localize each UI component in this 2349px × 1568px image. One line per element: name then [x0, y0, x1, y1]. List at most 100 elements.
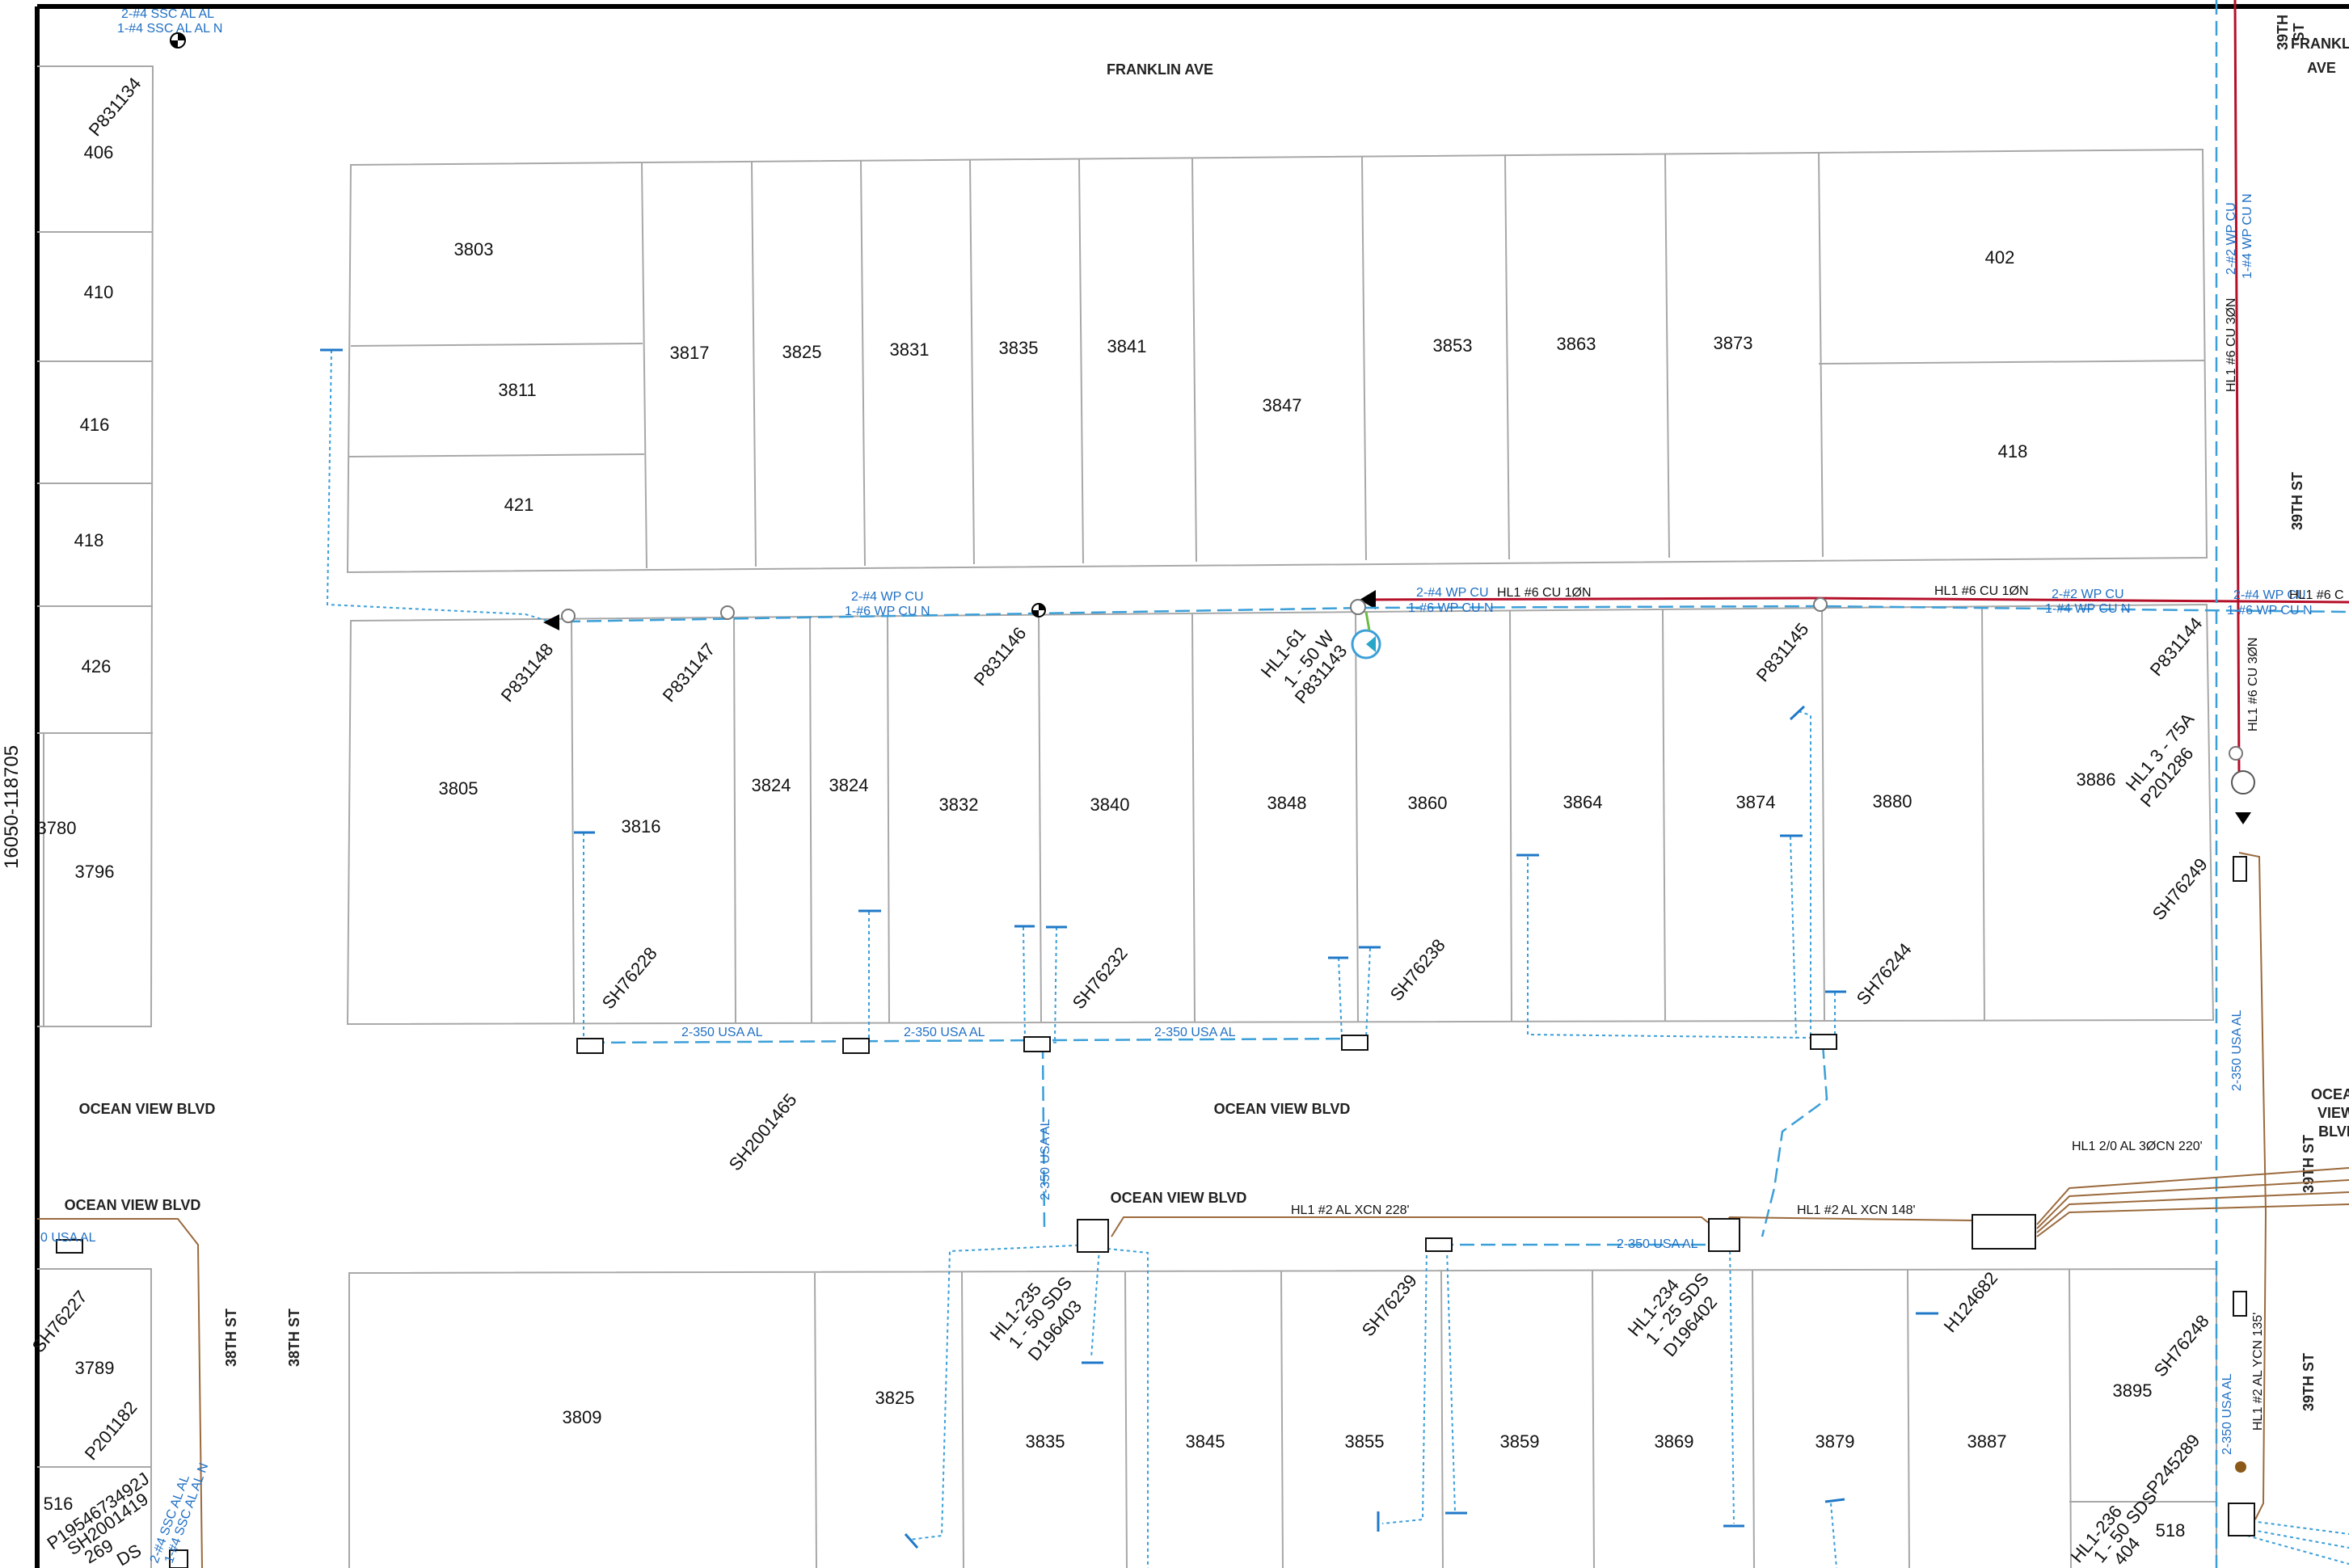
lot-number: 3886: [2077, 769, 2116, 790]
wire-label: 2-#2 WP CU: [2225, 202, 2238, 275]
service-point-label: SH2001465: [725, 1090, 801, 1174]
lot-number: 3817: [670, 343, 710, 363]
pole-icon: [2229, 746, 2243, 761]
service-point-label: SH76249: [2149, 854, 2212, 924]
wire-label: HL1 #2 AL XCN 228': [1291, 1203, 1410, 1217]
pole-label: P831145: [1752, 619, 1813, 685]
street-name: FRANKLIN AVE: [1107, 61, 1213, 78]
lot-number: 3859: [1500, 1431, 1540, 1452]
street-name: 39TH ST: [2301, 1353, 2317, 1411]
street-name: 39TH ST: [2289, 472, 2305, 530]
wire-label: 0 USA AL: [40, 1231, 96, 1245]
lot-number: 3803: [454, 239, 494, 259]
bottom-block: [37, 1267, 2217, 1568]
wire-label: HL1 #6 CU 1ØN: [1497, 586, 1592, 600]
lot-number: 3825: [782, 342, 822, 362]
wire-label: 1-#6 WP CU N: [845, 605, 930, 618]
service-point-label: SH76239: [1358, 1271, 1421, 1340]
lot-number: 3809: [563, 1407, 602, 1427]
pole-icon: [561, 609, 576, 623]
map-sheet-id: 16050-118705: [1, 745, 23, 869]
vaults: [56, 856, 2255, 1568]
pole-label: P831146: [970, 623, 1031, 689]
service-point-label: SH76238: [1386, 935, 1449, 1005]
wire-label: 2-350 USA AL: [1039, 1119, 1052, 1200]
lot-number: 3887: [1967, 1431, 2007, 1452]
service-point-label: SH76228: [598, 943, 661, 1013]
pole-label: P201182: [81, 1397, 141, 1464]
arrow-icon: [2235, 812, 2251, 824]
lot-number: 421: [504, 495, 534, 515]
pole-icon: [1813, 597, 1828, 612]
lot-number: 3845: [1186, 1431, 1225, 1452]
wire-label: 1-#4 WP CU N: [2241, 193, 2254, 279]
street-name: 39TH: [2275, 15, 2291, 50]
lot-number: 3873: [1714, 333, 1753, 353]
wire-label: 1-#6 WP CU N: [1408, 601, 1494, 615]
lot-number: 3825: [875, 1388, 915, 1408]
lot-number: 3811: [498, 380, 536, 400]
lot-number: 418: [74, 530, 104, 550]
lot-number: 3879: [1816, 1431, 1855, 1452]
lot-number: 3869: [1655, 1431, 1694, 1452]
service-point-label: P245289: [2143, 1431, 2204, 1498]
wire-label: 2-#4 SSC AL AL: [121, 7, 214, 21]
street-name: OCEAN VIEW BLVD: [79, 1101, 216, 1117]
lot-number: 406: [84, 142, 114, 162]
wire-label: 2-#4 WP CU: [851, 590, 924, 604]
service-point-label: SH76244: [1853, 939, 1916, 1009]
lot-number: 3835: [999, 338, 1039, 358]
lot-number: 3874: [1736, 792, 1776, 812]
wire-label: 2-350 USA AL: [2230, 1010, 2244, 1091]
street-name: AVE: [2307, 60, 2336, 76]
lot-number: 3824: [752, 775, 791, 795]
wire-label: 2-#2 WP CU: [2052, 588, 2124, 601]
lot-number: 518: [2156, 1520, 2186, 1541]
lot-number: 3780: [37, 818, 77, 838]
lot-number: 516: [44, 1494, 74, 1514]
wire-label: HL1 #2 AL YCN 135': [2251, 1313, 2265, 1431]
wire-label: HL1 #6 CU 3ØN: [2246, 638, 2260, 732]
conduit-lines: [37, 852, 2349, 1568]
service-ticks: [320, 348, 1938, 1549]
wire-label: 2-350 USA AL: [2220, 1373, 2234, 1455]
lot-number: 3864: [1563, 792, 1603, 812]
lot-number: 3847: [1263, 395, 1302, 415]
lot-number: 3831: [890, 339, 930, 360]
wire-label: 2-350 USA AL: [1154, 1026, 1236, 1039]
lot-number: 3895: [2113, 1380, 2153, 1401]
lot-number: 3824: [829, 775, 869, 795]
pole-label: P831147: [659, 639, 719, 706]
wire-label: 1-#6 WP CU N: [2227, 604, 2313, 618]
wire-label: HL1 #2 AL XCN 148': [1797, 1203, 1916, 1217]
lot-number: 3816: [622, 816, 661, 837]
wire-label: DS: [113, 1540, 145, 1568]
pole-label: P831144: [2146, 613, 2207, 680]
lot-number: 3880: [1873, 791, 1913, 811]
lot-number: 3832: [939, 795, 979, 815]
street-name: 39TH ST: [2301, 1135, 2317, 1193]
wire-label: 1-#4 WP CU N: [2045, 602, 2131, 616]
lot-number: 410: [84, 282, 114, 302]
pole-label: P831134: [85, 74, 145, 140]
street-name: OCEAN VIEW BLVD: [65, 1197, 201, 1213]
lot-number: 418: [1998, 441, 2028, 462]
wire-label: 2-350 USA AL: [904, 1026, 985, 1039]
lot-number: 3848: [1267, 793, 1307, 813]
lot-number: 3863: [1557, 334, 1596, 354]
street-name: OCEAN VIEW BLVD: [1111, 1190, 1247, 1206]
street-name: OCEA: [2311, 1086, 2349, 1102]
lot-number: 3840: [1090, 795, 1130, 815]
wire-label: HL1 #6 C: [2289, 588, 2344, 602]
lot-number: 3789: [75, 1358, 115, 1378]
lot-number: 3853: [1433, 335, 1473, 356]
lot-number: 3796: [75, 862, 115, 882]
pole-icon: [720, 605, 735, 620]
service-point-label: SH76232: [1069, 943, 1132, 1013]
ground-icon: [2235, 1461, 2246, 1473]
top-block: [346, 148, 2208, 574]
wire-label: 2-#4 WP CU: [1416, 586, 1489, 600]
pole-label: P831148: [497, 639, 558, 706]
lot-number: 3835: [1026, 1431, 1065, 1452]
lot-number: 402: [1985, 247, 2015, 268]
